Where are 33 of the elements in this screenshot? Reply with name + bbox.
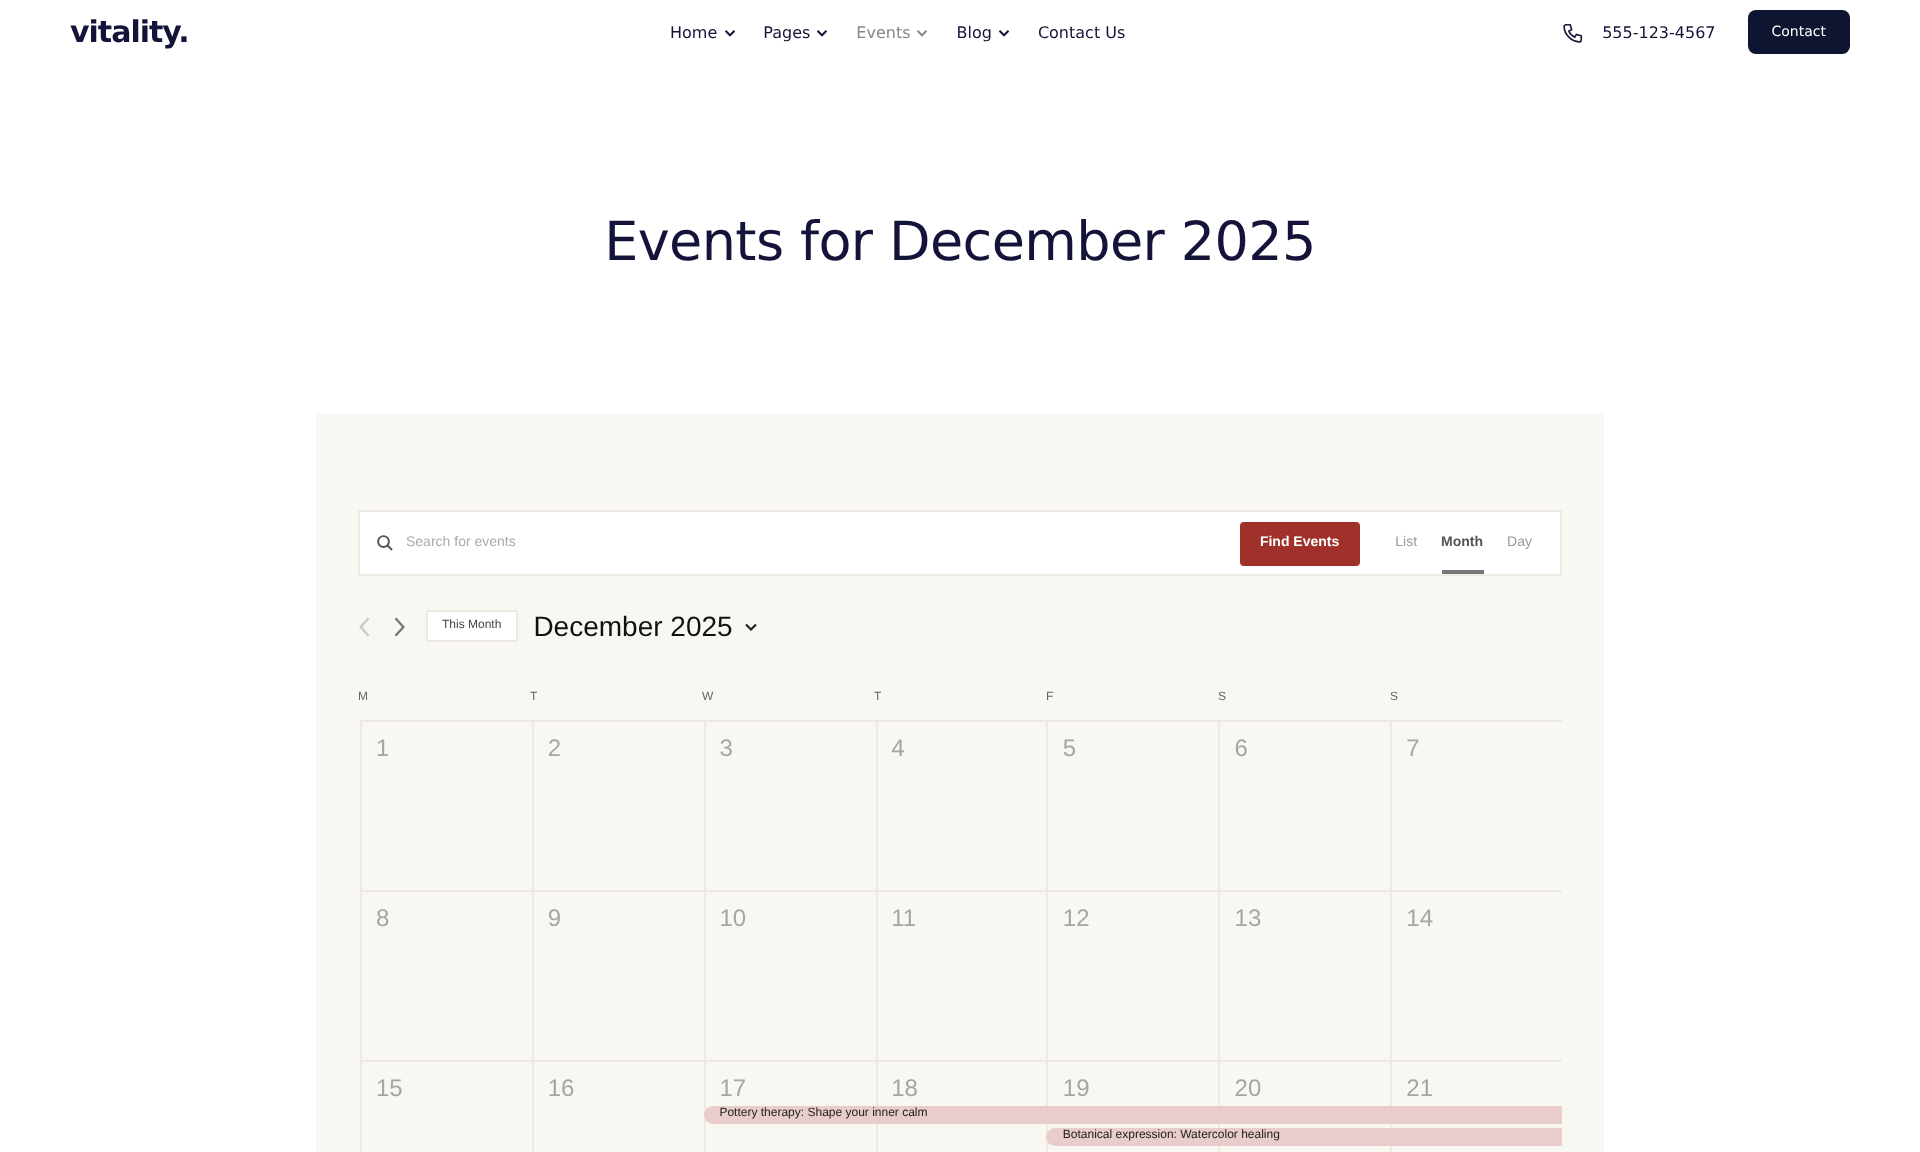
day-number: 12 — [1062, 904, 1090, 932]
day-number: 17 — [719, 1074, 747, 1102]
day-number: 6 — [1234, 734, 1248, 762]
day-number: 7 — [1406, 734, 1420, 762]
phone-number: 555-123-4567 — [1602, 23, 1716, 41]
nav-link[interactable]: Events — [856, 23, 929, 41]
day-number: 3 — [719, 734, 733, 762]
nav-link[interactable]: Pages — [763, 23, 829, 41]
day-number: 5 — [1062, 734, 1077, 762]
day-number: 20 — [1234, 1074, 1262, 1102]
day-number: 9 — [547, 904, 562, 932]
phone-icon — [1562, 21, 1585, 43]
month-picker[interactable]: December 2025 — [533, 610, 733, 642]
logo[interactable]: vitality. — [70, 14, 670, 50]
day-number: 14 — [1406, 904, 1433, 932]
nav-link[interactable]: Home — [670, 23, 736, 41]
day-number: 19 — [1062, 1074, 1090, 1102]
nav-link[interactable]: Blog — [956, 23, 1010, 41]
day-number: 18 — [891, 1074, 918, 1102]
page-title: Events for December 2025 — [602, 210, 1318, 278]
chevron-down-icon[interactable] — [744, 621, 759, 631]
day-number: 11 — [891, 904, 917, 932]
day-number: 15 — [376, 1074, 403, 1102]
search-icon — [376, 534, 394, 552]
day-number: 10 — [719, 904, 747, 932]
day-number: 1 — [376, 734, 390, 762]
day-number: 16 — [547, 1074, 575, 1102]
day-number: 4 — [891, 734, 905, 762]
nav-link[interactable]: Contact Us — [1037, 23, 1126, 41]
day-number: 2 — [547, 734, 562, 762]
day-number: 21 — [1406, 1074, 1433, 1102]
day-number: 8 — [376, 904, 390, 932]
day-number: 13 — [1234, 904, 1262, 932]
